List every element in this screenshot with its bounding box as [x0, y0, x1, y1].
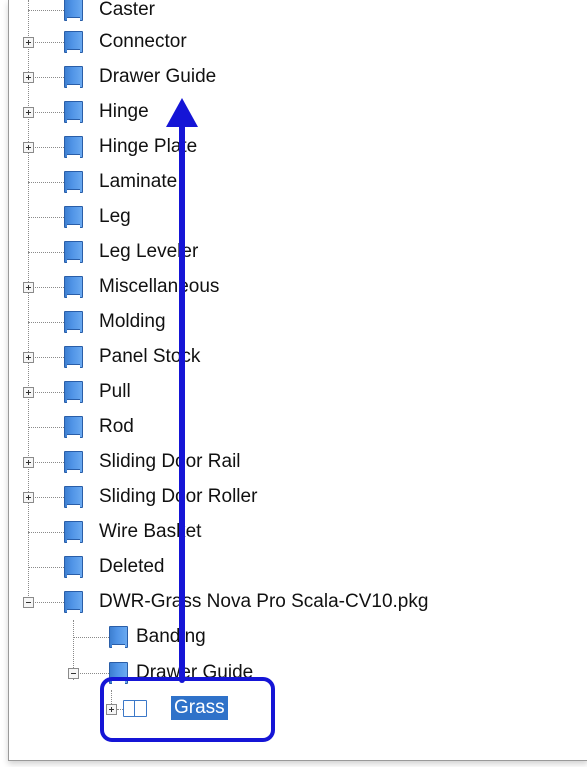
- tree-guide-line: [28, 0, 29, 600]
- tree-item-label: Hinge Plate: [99, 136, 198, 157]
- book-icon: [64, 311, 83, 333]
- expand-icon[interactable]: [23, 107, 34, 118]
- tree-connector: [28, 252, 64, 253]
- tree-connector: [28, 322, 64, 323]
- book-icon: [64, 101, 83, 123]
- tree-item-label: Banding: [136, 626, 206, 647]
- tree-item-label: Leg: [99, 206, 131, 227]
- tree-item-label: Connector: [99, 31, 187, 52]
- tree-connector: [28, 532, 64, 533]
- expand-icon[interactable]: [23, 492, 34, 503]
- book-icon: [64, 486, 83, 508]
- tree-item-label: Caster: [99, 0, 155, 20]
- tree-item-label: Panel Stock: [99, 346, 201, 367]
- expand-icon[interactable]: [23, 457, 34, 468]
- tree-item-label: Molding: [99, 311, 166, 332]
- tree-item-label: Sliding Door Rail: [99, 451, 241, 472]
- tree-item-label: DWR-Grass Nova Pro Scala-CV10.pkg: [99, 591, 429, 612]
- tree-item-label: Sliding Door Roller: [99, 486, 258, 507]
- tree-item-label: Drawer Guide: [99, 66, 217, 87]
- tree-item-label: Deleted: [99, 556, 165, 577]
- tree-item-label: Laminate: [99, 171, 178, 192]
- book-icon: [64, 276, 83, 298]
- book-icon: [64, 66, 83, 88]
- tree-connector: [28, 10, 64, 11]
- tree-connector: [73, 637, 109, 638]
- tree-item-label: Wire Basket: [99, 521, 202, 542]
- tree-connector: [28, 567, 64, 568]
- annotation-highlight-box: [100, 677, 275, 742]
- expand-icon[interactable]: [23, 352, 34, 363]
- tree-item-label: Hinge: [99, 101, 149, 122]
- tree-connector: [28, 182, 64, 183]
- expand-icon[interactable]: [23, 37, 34, 48]
- tree-connector: [28, 217, 64, 218]
- book-icon: [64, 416, 83, 438]
- book-icon: [64, 451, 83, 473]
- tree-item-label: Rod: [99, 416, 134, 437]
- collapse-icon[interactable]: [68, 668, 79, 679]
- collapse-icon[interactable]: [23, 597, 34, 608]
- book-icon: [64, 521, 83, 543]
- book-icon: [64, 591, 83, 613]
- book-icon: [64, 136, 83, 158]
- book-icon: [64, 206, 83, 228]
- catalog-tree-panel: Caster Connector Drawer Guide Hinge Hing…: [8, 0, 587, 761]
- book-icon: [64, 556, 83, 578]
- book-icon: [64, 346, 83, 368]
- book-icon: [64, 31, 83, 53]
- tree-item-label: Leg Leveler: [99, 241, 199, 262]
- book-icon: [109, 626, 128, 648]
- book-icon: [64, 0, 83, 21]
- tree-connector: [28, 427, 64, 428]
- book-icon: [64, 241, 83, 263]
- expand-icon[interactable]: [23, 142, 34, 153]
- expand-icon[interactable]: [23, 282, 34, 293]
- book-icon: [64, 381, 83, 403]
- book-icon: [64, 171, 83, 193]
- expand-icon[interactable]: [23, 72, 34, 83]
- expand-icon[interactable]: [23, 387, 34, 398]
- tree-item-label: Miscellaneous: [99, 276, 220, 297]
- catalog-tree: Caster Connector Drawer Guide Hinge Hing…: [9, 0, 587, 760]
- tree-item-label: Pull: [99, 381, 131, 402]
